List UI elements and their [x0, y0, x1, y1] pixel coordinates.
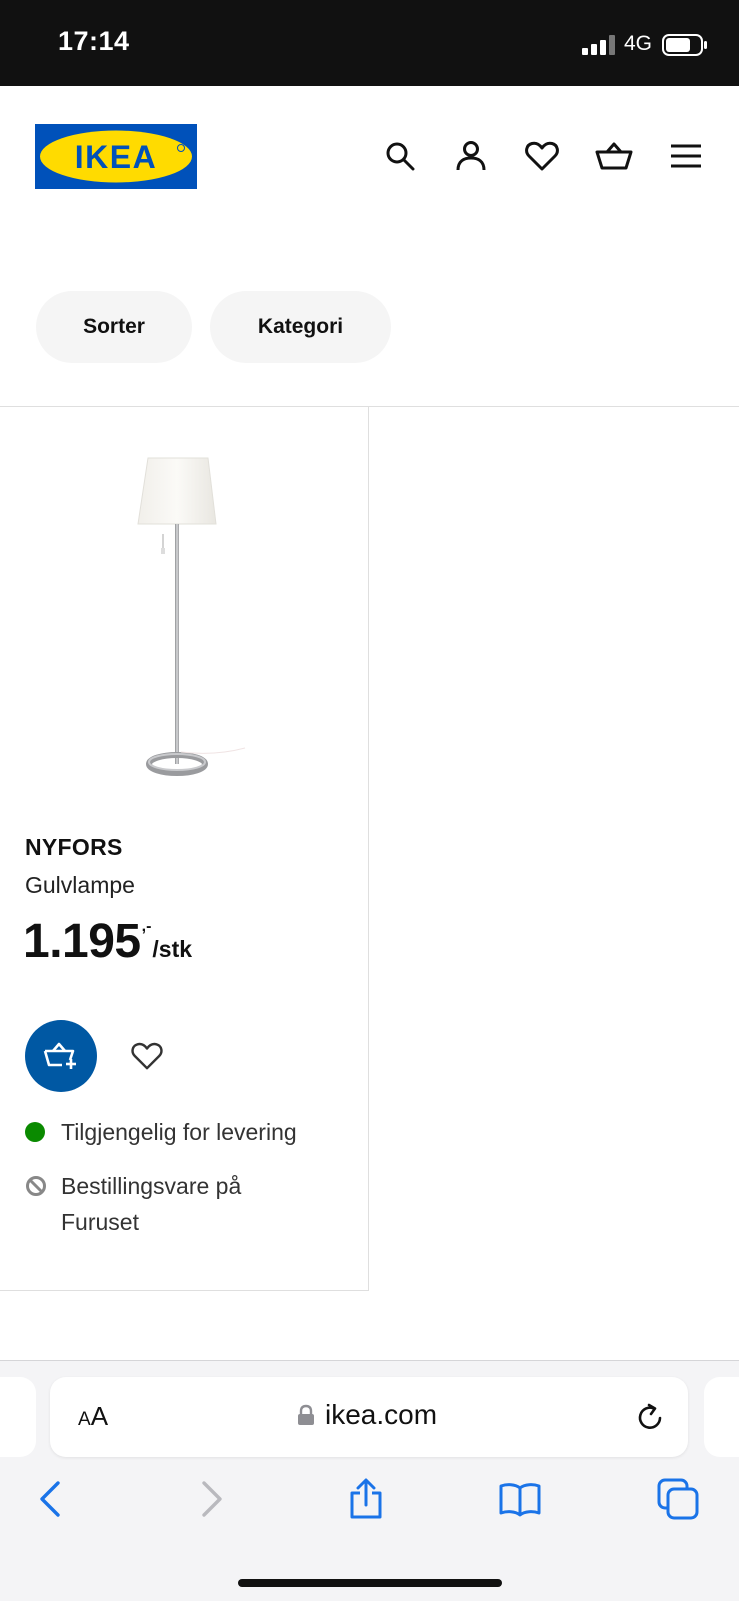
basket-button[interactable]	[595, 137, 633, 175]
forward-button[interactable]	[190, 1477, 234, 1521]
price-decimal: ,-	[141, 918, 152, 935]
add-to-cart-button[interactable]	[25, 1020, 97, 1092]
back-icon	[40, 1481, 60, 1517]
home-indicator[interactable]	[238, 1579, 502, 1587]
forward-icon	[202, 1481, 222, 1517]
availability-delivery: Tilgjengelig for levering	[25, 1114, 297, 1150]
menu-icon	[671, 144, 701, 168]
battery-icon	[662, 34, 707, 56]
account-icon	[456, 141, 486, 171]
account-button[interactable]	[452, 137, 490, 175]
product-price: 1.195,-/stk	[23, 914, 192, 969]
text-size-button[interactable]: AA	[78, 1401, 108, 1432]
availability-store-text: Bestillingsvare på Furuset	[61, 1173, 242, 1235]
browser-bottom-bar: AA ikea.com	[0, 1360, 739, 1601]
status-time: 17:14	[58, 26, 130, 56]
network-type: 4G	[624, 32, 653, 55]
heart-icon	[131, 1042, 163, 1070]
tabs-icon	[657, 1478, 699, 1520]
search-icon	[386, 142, 415, 171]
green-dot-icon	[25, 1122, 45, 1142]
product-name[interactable]: NYFORS	[25, 834, 123, 861]
add-to-favourites-button[interactable]	[127, 1036, 167, 1076]
basket-icon	[595, 142, 633, 170]
url-text: ikea.com	[325, 1399, 438, 1430]
sort-filter-button[interactable]: Sorter	[36, 291, 192, 363]
address-bar[interactable]: AA ikea.com	[50, 1377, 688, 1457]
reload-icon[interactable]	[634, 1401, 666, 1433]
bookmarks-icon	[499, 1483, 541, 1517]
back-button[interactable]	[28, 1477, 72, 1521]
basket-add-icon	[43, 1042, 76, 1069]
share-icon	[350, 1478, 382, 1519]
url-display[interactable]: ikea.com	[297, 1399, 437, 1431]
next-tab-preview[interactable]	[704, 1377, 739, 1457]
bookmarks-button[interactable]	[498, 1477, 542, 1521]
product-description: Gulvlampe	[25, 872, 135, 898]
unavailable-icon	[26, 1176, 46, 1196]
product-card[interactable]: NYFORS Gulvlampe 1.195,-/stk Tilgjengeli…	[0, 406, 369, 1291]
status-bar: 17:14 4G	[0, 0, 739, 86]
heart-icon	[525, 141, 559, 171]
share-button[interactable]	[344, 1477, 388, 1521]
price-unit: /stk	[152, 936, 193, 962]
ikea-logo[interactable]: IKEA	[35, 124, 197, 189]
tabs-button[interactable]	[656, 1477, 700, 1521]
favourites-button[interactable]	[523, 137, 561, 175]
signal-icon	[582, 35, 615, 55]
search-button[interactable]	[381, 137, 419, 175]
svg-text:IKEA: IKEA	[75, 139, 157, 175]
price-integer: 1.195	[23, 915, 141, 968]
availability-store: Bestillingsvare på Furuset	[25, 1168, 325, 1240]
lock-icon	[298, 1404, 314, 1425]
previous-tab-preview[interactable]	[0, 1377, 36, 1457]
category-filter-button[interactable]: Kategori	[210, 291, 391, 363]
menu-button[interactable]	[667, 137, 705, 175]
availability-delivery-text: Tilgjengelig for levering	[61, 1119, 297, 1145]
product-image[interactable]	[125, 456, 265, 776]
